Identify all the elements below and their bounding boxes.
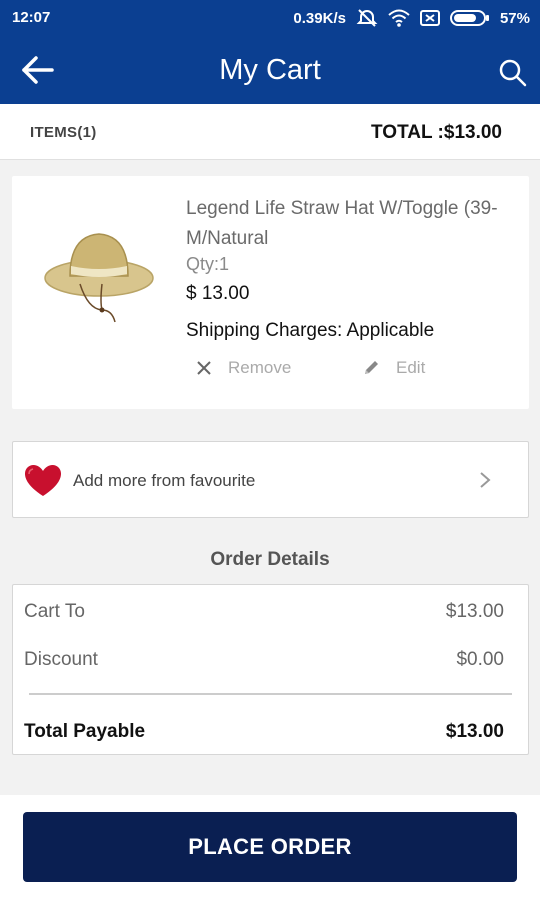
product-name-line-2: M/Natural — [186, 228, 269, 249]
remove-label: Remove — [228, 358, 292, 377]
cart-to-value: $13.00 — [445, 601, 504, 622]
bottom-action-bar: PLACE ORDER — [0, 795, 540, 900]
product-name[interactable]: Legend Life Straw Hat W/Toggle (39- M/Na… — [186, 194, 529, 254]
pencil-icon — [365, 361, 378, 374]
cart-to-row: Cart To $13.00 — [24, 601, 504, 623]
chevron-right-icon — [480, 472, 491, 488]
battery-percent: 57% — [499, 9, 530, 27]
place-order-button[interactable]: PLACE ORDER — [23, 812, 517, 882]
discount-row: Discount $0.00 — [24, 649, 504, 671]
product-quantity: Qty:1 — [186, 254, 230, 274]
wifi-icon — [388, 9, 410, 27]
network-speed: 0.39K/s — [293, 9, 346, 27]
status-bar: 12:07 0.39K/s 57% — [0, 0, 540, 36]
heart-icon — [25, 465, 61, 496]
sim-blocked-icon — [419, 9, 440, 27]
total-payable-label: Total Payable — [24, 721, 146, 742]
order-details-title: Order Details — [210, 549, 330, 570]
favourite-label: Add more from favourite — [73, 471, 256, 490]
total-payable-value: $13.00 — [445, 721, 504, 742]
edit-button[interactable]: Edit — [362, 358, 425, 378]
edit-label: Edit — [396, 358, 426, 377]
discount-value: $0.00 — [456, 649, 504, 670]
remove-button[interactable]: Remove — [196, 358, 291, 378]
items-count: ITEMS(1) — [30, 124, 97, 141]
straw-hat-image — [44, 233, 154, 323]
add-from-favourite-row[interactable]: Add more from favourite — [12, 441, 529, 518]
cart-total: TOTAL :$13.00 — [371, 122, 502, 143]
cart-summary: ITEMS(1) TOTAL :$13.00 — [0, 104, 540, 160]
search-icon[interactable] — [498, 58, 528, 88]
close-icon — [197, 361, 211, 375]
shipping-charges: Shipping Charges: Applicable — [186, 320, 435, 341]
battery-icon — [449, 9, 490, 27]
status-icons: 0.39K/s 57% — [293, 8, 530, 28]
page-title: My Cart — [219, 54, 321, 86]
cart-item-card[interactable]: Legend Life Straw Hat W/Toggle (39- M/Na… — [12, 176, 529, 409]
product-price: $ 13.00 — [186, 283, 250, 304]
mute-icon — [356, 8, 378, 28]
cart-to-label: Cart To — [24, 601, 85, 622]
status-time: 12:07 — [12, 9, 51, 26]
divider — [29, 693, 512, 695]
total-payable-row: Total Payable $13.00 — [24, 721, 504, 743]
order-details-card: Cart To $13.00 Discount $0.00 Total Paya… — [12, 584, 529, 755]
product-name-line-1: Legend Life Straw Hat W/Toggle (39- — [186, 198, 498, 219]
discount-label: Discount — [24, 649, 98, 670]
app-bar: My Cart — [0, 36, 540, 104]
